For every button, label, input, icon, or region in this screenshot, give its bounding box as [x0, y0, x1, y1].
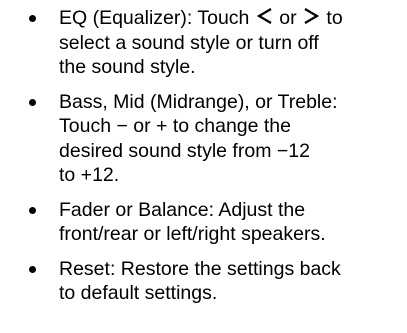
eq-label-text: EQ (Equalizer): Touch — [59, 7, 255, 29]
eq-or-text: or — [273, 7, 302, 29]
eq-line-1: EQ (Equalizer): Touch or to — [59, 6, 399, 31]
list-item-reset: Reset: Restore the settings back to defa… — [0, 257, 407, 306]
bmt-line-4: to +12. — [59, 164, 120, 186]
fader-line-2: front/rear or left/right speakers. — [59, 223, 326, 245]
list-item-fader-balance: Fader or Balance: Adjust the front/rear … — [0, 198, 407, 247]
eq-to-text: to — [321, 7, 343, 29]
chevron-right-icon — [303, 6, 320, 26]
list-item-eq: EQ (Equalizer): Touch or to select a sou… — [0, 6, 407, 80]
bullet-icon — [29, 15, 36, 22]
bullet-icon — [29, 98, 36, 106]
bullet-icon — [29, 206, 36, 214]
list-item-bass-mid-treble: Bass, Mid (Midrange), or Treble: Touch −… — [0, 90, 407, 188]
eq-line-2: select a sound style or turn off — [59, 31, 319, 54]
bmt-line-2: Touch − or + to change the — [59, 115, 292, 137]
bmt-line-3: desired sound style from −12 — [59, 139, 310, 162]
reset-line-1: Reset: Restore the settings back — [59, 257, 341, 280]
eq-line-3: the sound style. — [59, 56, 196, 78]
manual-page: { "bullets": [ { "lines": [ { "before": … — [0, 0, 407, 333]
settings-bullet-list: EQ (Equalizer): Touch or to select a sou… — [0, 6, 407, 316]
bullet-icon — [29, 265, 36, 273]
chevron-left-icon — [256, 6, 273, 26]
fader-line-1: Fader or Balance: Adjust the — [59, 198, 306, 221]
bmt-line-1: Bass, Mid (Midrange), or Treble: — [59, 90, 338, 113]
reset-line-2: to default settings. — [59, 282, 218, 304]
